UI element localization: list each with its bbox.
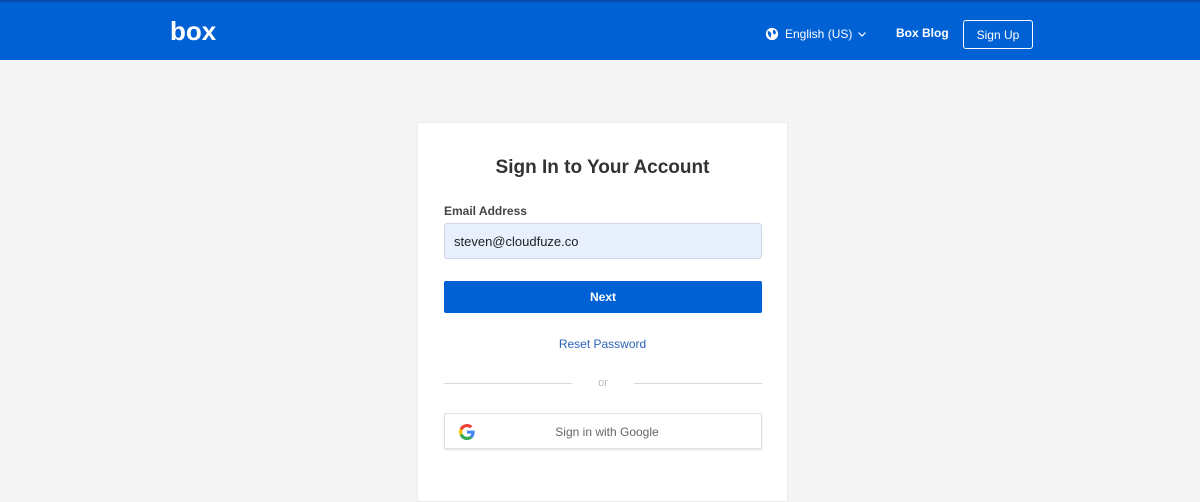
divider-line-right: [634, 383, 762, 384]
email-label: Email Address: [444, 204, 527, 218]
sign-in-with-google-button[interactable]: Sign in with Google: [444, 413, 762, 449]
google-button-label: Sign in with Google: [555, 425, 659, 439]
chevron-down-icon: [858, 32, 867, 37]
box-logo[interactable]: box: [170, 16, 216, 46]
language-selector[interactable]: English (US): [765, 25, 867, 43]
divider-or-text: or: [598, 377, 608, 389]
divider-line-left: [444, 383, 572, 384]
top-navigation-bar: box English (US) Box Blog Sign Up: [0, 0, 1200, 60]
globe-icon: [765, 27, 779, 41]
next-button[interactable]: Next: [444, 281, 762, 313]
svg-text:box: box: [170, 16, 216, 46]
page-title: Sign In to Your Account: [495, 157, 710, 178]
sign-in-card: Sign In to Your Account Email Address Ne…: [417, 122, 788, 502]
box-blog-link[interactable]: Box Blog: [896, 26, 949, 40]
reset-password-link[interactable]: Reset Password: [418, 337, 787, 351]
email-input[interactable]: [444, 223, 762, 259]
sign-up-button[interactable]: Sign Up: [963, 20, 1033, 49]
language-label: English (US): [785, 27, 853, 41]
